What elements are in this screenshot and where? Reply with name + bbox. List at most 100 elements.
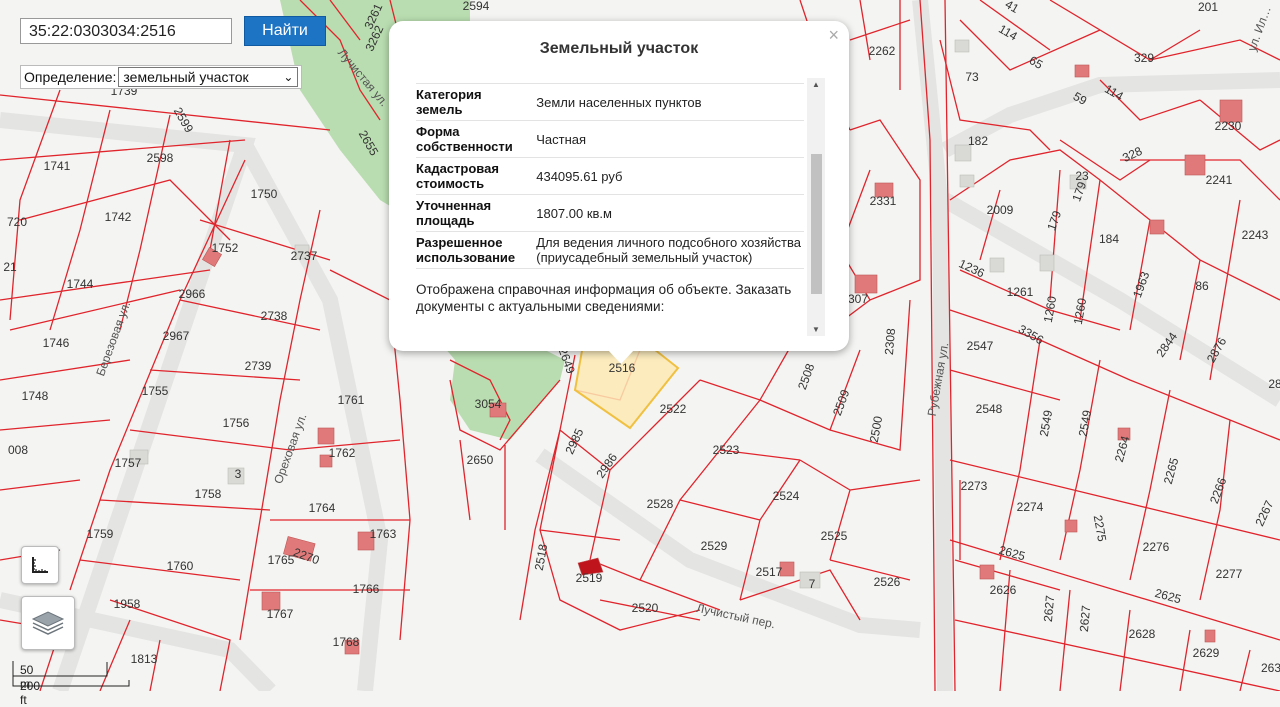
parcel-number-label: 2262 xyxy=(869,44,896,58)
info-value: 434095.61 руб xyxy=(536,168,623,184)
parcel-number-label: 2331 xyxy=(870,194,897,208)
definition-label: Определение: xyxy=(24,69,117,85)
info-row: Категория земель Земли населенных пункто… xyxy=(416,84,804,121)
parcel-number-label: 2277 xyxy=(1216,567,1243,581)
parcel-number-label: 329 xyxy=(1134,51,1154,65)
parcel-number-label: 720 xyxy=(7,215,27,229)
parcel-number-label: 1748 xyxy=(22,389,49,403)
layers-button[interactable] xyxy=(21,596,75,650)
parcel-number-label: 2627 xyxy=(1077,604,1093,632)
parcel-number-label: 2529 xyxy=(701,539,728,553)
parcel-number-label: 182 xyxy=(968,134,988,148)
parcel-number-label: 2547 xyxy=(967,339,994,353)
info-value: Частная xyxy=(536,131,587,147)
parcel-number-label: 2525 xyxy=(821,529,848,543)
parcel-number-label: 2626 xyxy=(990,583,1017,597)
parcel-number-label: 2273 xyxy=(961,479,988,493)
parcel-number-label: 1765 xyxy=(268,553,295,567)
info-value: 1807.00 кв.м xyxy=(536,205,612,221)
info-value: Земли населенных пунктов xyxy=(536,94,702,110)
parcel-number-label: 2738 xyxy=(261,309,288,323)
parcel-number-label: 2739 xyxy=(245,359,272,373)
parcel-number-label: 2737 xyxy=(291,249,318,263)
parcel-number-label: 1758 xyxy=(195,487,222,501)
popup-pointer xyxy=(608,350,634,364)
parcel-number-label: 1759 xyxy=(87,527,114,541)
ruler-icon xyxy=(32,557,48,573)
parcel-number-label: 008 xyxy=(8,443,28,457)
parcel-number-label: 307 xyxy=(848,292,868,306)
parcel-number-label: 2520 xyxy=(632,601,659,615)
parcel-number-label: 21 xyxy=(3,260,17,274)
search-button[interactable]: Найти xyxy=(244,16,326,46)
parcel-number-label: 2628 xyxy=(1129,627,1156,641)
parcel-number-label: 1746 xyxy=(43,336,70,350)
popup-title: Земельный участок xyxy=(539,40,699,57)
parcel-number-label: 2524 xyxy=(773,489,800,503)
scroll-down-icon[interactable]: ▼ xyxy=(807,325,825,334)
parcel-info-popup: × Земельный участок Категория земель Зем… xyxy=(389,21,849,351)
parcel-number-label: 1742 xyxy=(105,210,132,224)
popup-note: Отображена справочная информация об объе… xyxy=(416,282,792,314)
chevron-down-icon: ⌄ xyxy=(283,70,294,84)
parcel-number-label: 2966 xyxy=(179,287,206,301)
scrollbar-thumb[interactable] xyxy=(811,154,822,294)
parcel-number-label: 2526 xyxy=(874,575,901,589)
info-key: Кадастровая стоимость xyxy=(416,161,499,191)
info-key: Уточненная площадь xyxy=(416,198,492,228)
parcel-number-label: 1757 xyxy=(115,456,142,470)
parcel-number-label: 2308 xyxy=(882,327,898,355)
info-key: Разрешенное использование xyxy=(416,235,516,265)
popup-body: Категория земель Земли населенных пункто… xyxy=(416,78,826,336)
parcel-number-label: 3 xyxy=(235,467,242,481)
parcel-number-label: 2230 xyxy=(1215,119,1242,133)
parcel-number-label: 2594 xyxy=(463,0,490,13)
parcel-number-label: 3054 xyxy=(475,397,502,411)
parcel-number-label: 1741 xyxy=(44,159,71,173)
parcel-number-label: 2627 xyxy=(1041,594,1057,622)
parcel-number-label: 1756 xyxy=(223,416,250,430)
parcel-number-label: 1755 xyxy=(142,384,169,398)
parcel-number-label: 86 xyxy=(1195,279,1209,293)
search-bar: 35:22:0303034:2516 Найти xyxy=(20,16,326,46)
parcel-number-label: 1761 xyxy=(338,393,365,407)
parcel-number-label: 1767 xyxy=(267,607,294,621)
parcel-number-label: 263 xyxy=(1261,661,1280,675)
parcel-number-label: 2629 xyxy=(1193,646,1220,660)
parcel-number-label: 2548 xyxy=(976,402,1003,416)
info-row: Разрешенное использование Для ведения ли… xyxy=(416,232,804,269)
parcel-number-label: 2523 xyxy=(713,443,740,457)
parcel-number-label: 1760 xyxy=(167,559,194,573)
parcel-number-label: 1750 xyxy=(251,187,278,201)
popup-scrollbar[interactable]: ▲ ▼ xyxy=(807,78,825,336)
info-row: Форма собственности Частная xyxy=(416,121,804,158)
parcel-number-label: 1744 xyxy=(67,277,94,291)
parcel-number-label: 7 xyxy=(809,577,816,591)
parcel-number-label: 73 xyxy=(965,70,979,84)
definition-select[interactable]: земельный участок ⌄ xyxy=(118,67,299,87)
layers-icon xyxy=(31,611,65,635)
parcel-number-label: 1813 xyxy=(131,652,158,666)
info-key: Форма собственности xyxy=(416,124,513,154)
parcel-number-label: 1261 xyxy=(1007,285,1034,299)
measure-button[interactable] xyxy=(21,546,59,584)
info-value: Для ведения личного подсобного хозяйства… xyxy=(536,235,801,265)
scale-imperial: 200 ft xyxy=(20,679,41,707)
info-row: Уточненная площадь 1807.00 кв.м xyxy=(416,195,804,232)
cadastral-number-input[interactable]: 35:22:0303034:2516 xyxy=(20,18,232,44)
parcel-number-label: 2650 xyxy=(467,453,494,467)
parcel-number-label: 2967 xyxy=(163,329,190,343)
parcel-number-label: 28 xyxy=(1268,377,1280,391)
parcel-number-label: 1762 xyxy=(329,446,356,460)
info-key: Категория земель xyxy=(416,87,482,117)
parcel-number-label: 1958 xyxy=(114,597,141,611)
info-row: Кадастровая стоимость 434095.61 руб xyxy=(416,158,804,195)
parcel-number-label: 2598 xyxy=(147,151,174,165)
scroll-up-icon[interactable]: ▲ xyxy=(807,80,825,89)
parcel-number-label: 1752 xyxy=(212,241,239,255)
parcel-number-label: 2276 xyxy=(1143,540,1170,554)
definition-selected: земельный участок xyxy=(123,69,249,85)
parcel-number-label: 201 xyxy=(1198,0,1218,14)
parcel-number-label: 2241 xyxy=(1206,173,1233,187)
parcel-number-label: 1768 xyxy=(333,635,360,649)
